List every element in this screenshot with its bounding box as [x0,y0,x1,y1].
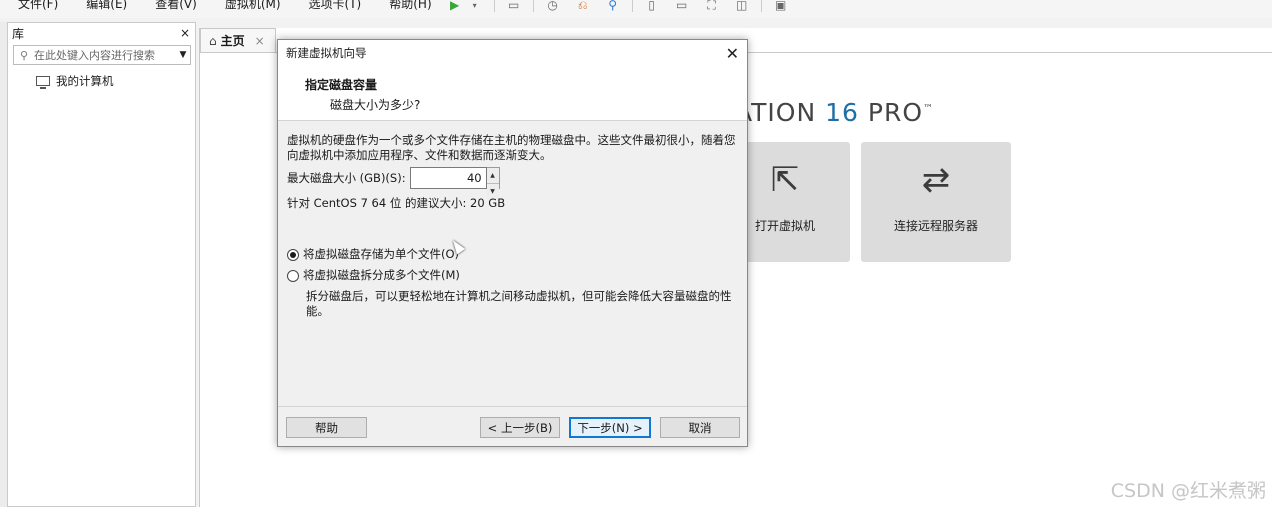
dialog-header-subtitle: 磁盘大小为多少? [330,98,421,112]
dropdown-icon[interactable]: ▾ [464,0,486,13]
tab-home-label: 主页 [220,34,245,48]
radio-single-file-label: 将虚拟磁盘存储为单个文件(O) [303,247,460,261]
tree-item-label: 我的计算机 [56,74,114,88]
disk-size-stepper[interactable]: ▲ ▼ [486,167,500,199]
radio-split-files[interactable]: 将虚拟磁盘拆分成多个文件(M) [287,268,737,283]
radio-split-files-button[interactable] [287,269,299,282]
back-button[interactable]: < 上一步(B) [480,417,560,438]
menu-vm[interactable]: 虚拟机(M) [205,0,289,11]
dialog-header: 指定磁盘容量 磁盘大小为多少? [278,66,747,121]
toolbar-separator [532,0,534,12]
new-vm-wizard-dialog: 新建虚拟机向导 ✕ 指定磁盘容量 磁盘大小为多少? 虚拟机的硬盘作为一个或多个文… [277,39,748,447]
brand-tm: ™ [923,103,935,115]
dialog-header-title: 指定磁盘容量 [305,78,378,92]
library-close-icon[interactable]: × [180,26,190,40]
library-search-input[interactable]: ⚲ 在此处键入内容进行搜索 ▼ [13,45,191,65]
radio-split-files-label: 将虚拟磁盘拆分成多个文件(M) [303,268,460,282]
disk-size-label: 最大磁盘大小 (GB)(S): [287,170,406,185]
radio-single-file[interactable]: 将虚拟磁盘存储为单个文件(O) [287,247,737,262]
toolbar-separator [493,0,495,12]
product-brand: ATION 16 PRO™ [735,98,934,127]
menu-bar: 文件(F) 编辑(E) 查看(V) 虚拟机(M) 选项卡(T) 帮助(H) ▶ … [0,0,1272,18]
swap-arrows-icon: ⇄ [921,160,951,200]
brand-version: 16 [825,98,859,127]
dialog-body: 虚拟机的硬盘作为一个或多个文件存储在主机的物理磁盘中。这些文件最初很小，随着您向… [278,121,747,319]
menu-tabs[interactable]: 选项卡(T) [289,0,370,11]
menu-view[interactable]: 查看(V) [135,0,205,11]
connect-remote-label: 连接远程服务器 [893,219,978,233]
play-icon[interactable]: ▶ [444,0,466,13]
toolbar: ▶ ▾ ▭ ◷ ⎌ ⚲ ▯ ▭ ⛶ ◫ ▣ [440,0,796,13]
menu-edit[interactable]: 编辑(E) [66,0,135,11]
send-keys-icon[interactable]: ▭ [503,0,525,13]
next-button[interactable]: 下一步(N) > [569,417,651,438]
disk-size-input[interactable]: 40 [409,167,487,189]
thumbnail-view-icon[interactable]: ▭ [671,0,693,13]
dialog-close-icon[interactable]: ✕ [726,44,739,63]
computer-icon [36,76,50,89]
library-title: 库 [12,26,25,41]
window-edge [0,22,7,507]
menu-help[interactable]: 帮助(H) [369,0,439,11]
open-external-icon: ⇱ [770,160,800,200]
connect-remote-card[interactable]: ⇄ 连接远程服务器 [861,142,1011,262]
tab-close-icon[interactable]: × [255,34,265,48]
console-icon[interactable]: ▣ [770,0,792,13]
library-view-icon[interactable]: ▯ [641,0,663,13]
menu-file[interactable]: 文件(F) [0,0,66,11]
library-panel: 库 × ⚲ 在此处键入内容进行搜索 ▼ 我的计算机 [7,22,196,507]
dialog-footer: 帮助 < 上一步(B) 下一步(N) > 取消 [278,406,747,446]
manage-snapshots-icon[interactable]: ⚲ [602,0,624,13]
home-icon: ⌂ [209,33,217,48]
library-header: 库 × [8,23,195,43]
disk-size-row: 最大磁盘大小 (GB)(S): 40 ▲ ▼ [287,167,737,199]
watermark: CSDN @红米煮粥 [1110,480,1266,502]
toolbar-separator [760,0,762,12]
snapshot-icon[interactable]: ◷ [542,0,564,13]
disk-description: 虚拟机的硬盘作为一个或多个文件存储在主机的物理磁盘中。这些文件最初很小，随着您向… [287,133,736,162]
tab-home[interactable]: ⌂ 主页 × [200,28,276,52]
tree-item-my-computer[interactable]: 我的计算机 [8,73,195,89]
recommended-size-text: 针对 CentOS 7 64 位 的建议大小: 20 GB [287,196,506,210]
open-vm-label: 打开虚拟机 [754,219,815,233]
dialog-titlebar: 新建虚拟机向导 ✕ [278,40,747,66]
chevron-down-icon[interactable]: ▼ [176,50,190,60]
revert-snapshot-icon[interactable]: ⎌ [572,0,594,13]
toolbar-separator [631,0,633,12]
help-button[interactable]: 帮助 [286,417,367,438]
search-placeholder: 在此处键入内容进行搜索 [34,49,155,62]
search-icon: ⚲ [19,48,29,62]
brand-suffix: PRO [858,98,924,127]
stepper-up-icon[interactable]: ▲ [486,168,499,184]
split-description: 拆分磁盘后，可以更轻松地在计算机之间移动虚拟机，但可能会降低大容量磁盘的性能。 [306,289,732,318]
radio-single-file-button[interactable] [287,248,299,261]
fullscreen-icon[interactable]: ⛶ [701,0,723,13]
brand-text: ATION [735,98,826,127]
cancel-button[interactable]: 取消 [660,417,740,438]
dialog-title: 新建虚拟机向导 [286,46,367,60]
unity-icon[interactable]: ◫ [731,0,753,13]
